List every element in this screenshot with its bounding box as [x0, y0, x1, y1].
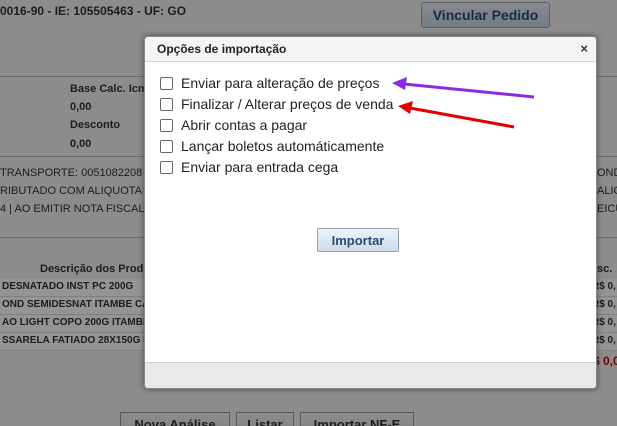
purple-arrow-icon	[392, 77, 535, 99]
annotation-arrows	[392, 77, 535, 129]
red-arrow-icon	[398, 101, 515, 129]
